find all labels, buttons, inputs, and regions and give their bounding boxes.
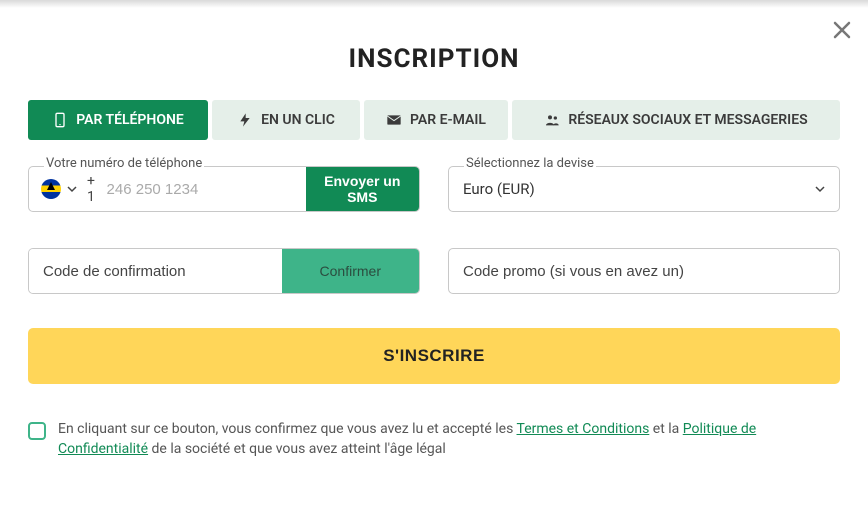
close-button[interactable] bbox=[830, 18, 854, 42]
terms-checkbox[interactable] bbox=[28, 422, 46, 440]
signup-tabs: PAR TÉLÉPHONE EN UN CLIC PAR E-MAIL RÉSE… bbox=[28, 100, 840, 140]
tab-phone[interactable]: PAR TÉLÉPHONE bbox=[28, 100, 208, 140]
flag-icon bbox=[41, 179, 61, 199]
currency-label: Sélectionnez la devise bbox=[464, 156, 596, 171]
confirmation-code-input[interactable] bbox=[29, 249, 282, 293]
close-icon bbox=[830, 18, 854, 42]
phone-icon bbox=[52, 112, 68, 128]
promo-code-input[interactable] bbox=[448, 248, 840, 294]
tab-social[interactable]: RÉSEAUX SOCIAUX ET MESSAGERIES bbox=[512, 100, 840, 140]
country-select[interactable] bbox=[29, 167, 87, 211]
tab-social-label: RÉSEAUX SOCIAUX ET MESSAGERIES bbox=[568, 112, 807, 128]
currency-value: Euro (EUR) bbox=[463, 180, 535, 198]
tab-email[interactable]: PAR E-MAIL bbox=[364, 100, 508, 140]
phone-prefix: + 1 bbox=[87, 167, 107, 211]
chevron-down-icon bbox=[67, 184, 77, 194]
phone-field: Votre numéro de téléphone + 1 Envoyer un… bbox=[28, 166, 420, 212]
tab-oneclick-label: EN UN CLIC bbox=[261, 112, 335, 128]
phone-label: Votre numéro de téléphone bbox=[44, 156, 204, 171]
terms-row: En cliquant sur ce bouton, vous confirme… bbox=[28, 420, 840, 459]
confirm-field: Confirmer bbox=[28, 248, 420, 294]
tab-phone-label: PAR TÉLÉPHONE bbox=[76, 112, 184, 128]
page-title: INSCRIPTION bbox=[0, 0, 868, 74]
currency-select[interactable]: Euro (EUR) bbox=[448, 166, 840, 212]
confirm-button[interactable]: Confirmer bbox=[282, 249, 419, 293]
bolt-icon bbox=[237, 112, 253, 128]
tab-email-label: PAR E-MAIL bbox=[410, 112, 486, 128]
terms-link[interactable]: Termes et Conditions bbox=[517, 421, 650, 437]
signup-button[interactable]: S'INSCRIRE bbox=[28, 328, 840, 384]
tab-oneclick[interactable]: EN UN CLIC bbox=[212, 100, 360, 140]
promo-field bbox=[448, 248, 840, 294]
chevron-down-icon bbox=[815, 184, 825, 194]
currency-field: Sélectionnez la devise Euro (EUR) bbox=[448, 166, 840, 212]
users-icon bbox=[544, 112, 560, 128]
mail-icon bbox=[386, 112, 402, 128]
send-sms-button[interactable]: Envoyer un SMS bbox=[306, 167, 419, 211]
phone-input[interactable] bbox=[107, 167, 306, 211]
terms-text: En cliquant sur ce bouton, vous confirme… bbox=[58, 420, 840, 459]
